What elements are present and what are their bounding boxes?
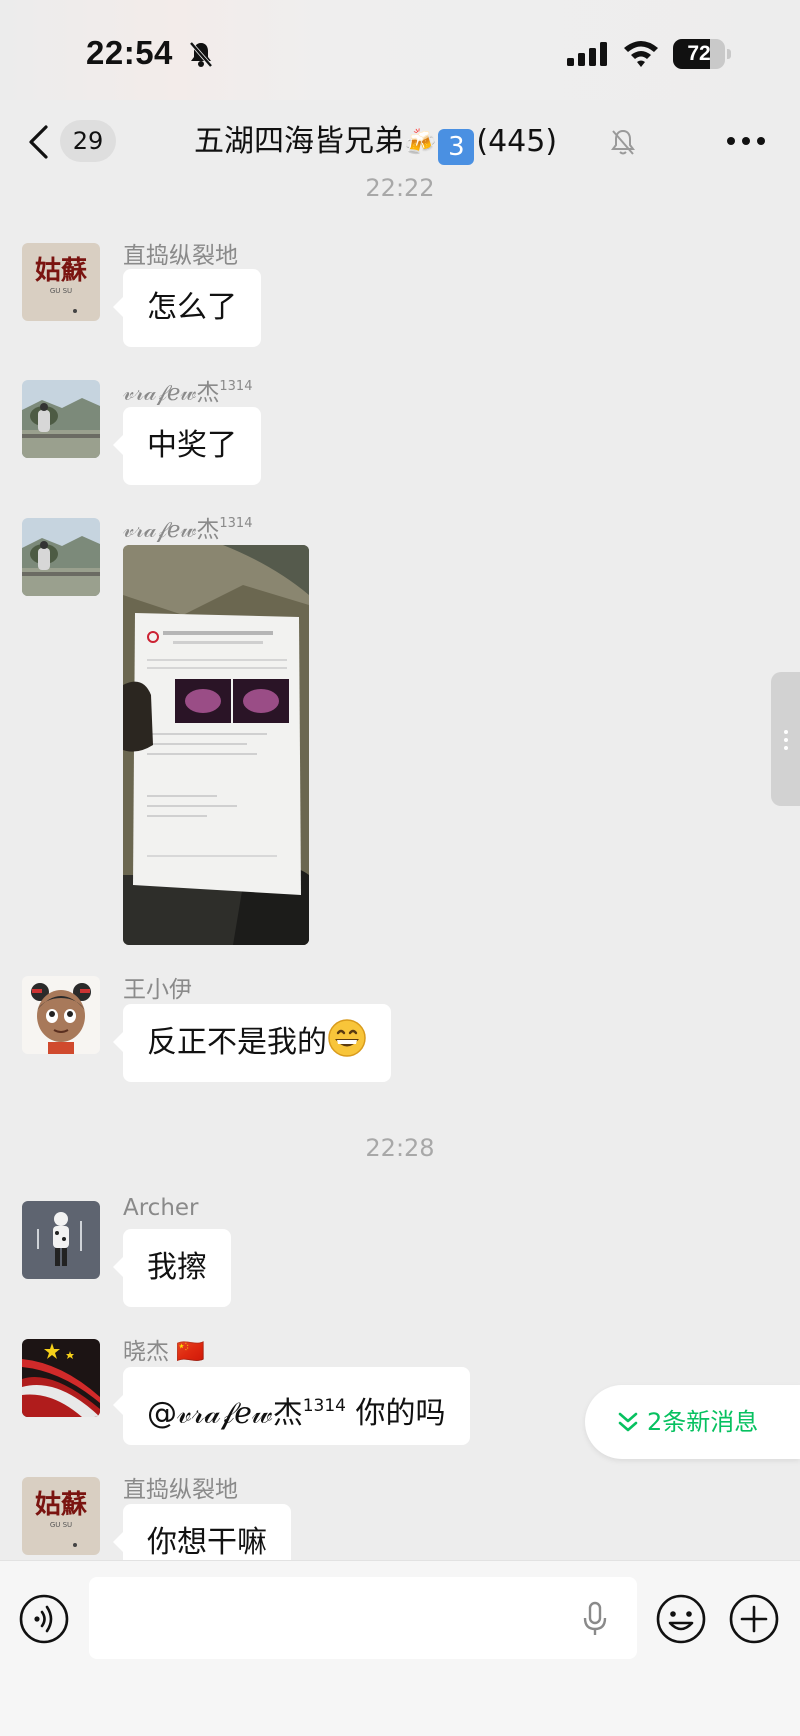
status-bar: 22:54 72 — [0, 0, 800, 100]
emoji-icon[interactable] — [655, 1593, 707, 1645]
message-bubble[interactable]: 反正不是我的 — [113, 1004, 391, 1082]
avatar-flag[interactable] — [22, 1339, 100, 1417]
sender-name: Archer — [123, 1195, 199, 1221]
chat-title-text: 五湖四海皆兄弟 — [194, 124, 404, 159]
sender-name: 𝓋𝓇𝒶𝒻ℯ𝓌杰1314 — [123, 379, 253, 406]
avatar-gusu[interactable]: 姑蘇 GU SU — [22, 1477, 100, 1555]
double-chevron-down-icon — [618, 1412, 638, 1432]
message-bubble[interactable]: @𝓋𝓇𝒶𝒻ℯ𝓌杰1314 你的吗 — [113, 1367, 470, 1445]
beer-emoji: 🍻 — [404, 128, 437, 158]
bell-off-icon — [189, 41, 213, 68]
sender-name: 晓杰 🇨🇳 — [123, 1339, 205, 1365]
keycap-emoji: 3 — [438, 129, 475, 165]
battery-level: 72 — [687, 42, 711, 65]
avatar-landscape[interactable] — [22, 380, 100, 458]
wifi-icon — [624, 41, 658, 67]
gusu-avatar-subtext: GU SU — [50, 1521, 72, 1529]
sender-name: 王小伊 — [123, 977, 192, 1003]
sender-name: 𝓋𝓇𝒶𝒻ℯ𝓌杰1314 — [123, 516, 253, 543]
new-messages-button[interactable]: 2条新消息 — [585, 1385, 800, 1459]
gusu-avatar-subtext: GU SU — [50, 287, 72, 295]
mute-icon — [611, 129, 635, 155]
grinning-face-emoji — [328, 1019, 366, 1057]
plus-icon[interactable] — [728, 1593, 780, 1645]
chat-header: 29 五湖四海皆兄弟🍻 3 (445) — [0, 100, 800, 182]
voice-icon[interactable] — [18, 1593, 70, 1645]
gusu-avatar-text: 姑蘇 — [35, 1490, 87, 1520]
member-count: (445) — [476, 124, 558, 159]
avatar-gusu[interactable]: 姑蘇 GU SU — [22, 243, 100, 321]
avatar-archer[interactable] — [22, 1201, 100, 1279]
signal-icon — [567, 42, 607, 66]
message-timestamp: 22:28 — [365, 1134, 435, 1162]
avatar-cartoon-girl[interactable] — [22, 976, 100, 1054]
side-drag-handle[interactable] — [771, 672, 800, 806]
more-icon[interactable] — [726, 136, 766, 146]
back-icon[interactable] — [26, 124, 52, 160]
message-bubble[interactable]: 中奖了 — [113, 407, 261, 485]
ultrasound-report-photo[interactable] — [123, 545, 309, 945]
avatar-landscape[interactable] — [22, 518, 100, 596]
status-time: 22:54 — [86, 34, 173, 71]
message-input[interactable] — [89, 1577, 637, 1659]
sender-name: 直捣纵裂地 — [123, 243, 238, 269]
chat-title: 五湖四海皆兄弟🍻 3 (445) — [194, 122, 557, 165]
input-bar — [0, 1560, 800, 1736]
gusu-avatar-text: 姑蘇 — [35, 256, 87, 286]
new-messages-label: 2条新消息 — [647, 1408, 759, 1436]
china-flag-emoji: 🇨🇳 — [176, 1339, 205, 1365]
mention: @𝓋𝓇𝒶𝒻ℯ𝓌杰 — [147, 1396, 303, 1431]
mic-icon[interactable] — [582, 1601, 608, 1637]
battery-icon: 72 — [673, 39, 731, 69]
sender-name: 直捣纵裂地 — [123, 1477, 238, 1503]
message-bubble[interactable]: 我擦 — [113, 1229, 231, 1307]
message-bubble[interactable]: 怎么了 — [113, 269, 261, 347]
message-timestamp: 22:22 — [365, 174, 435, 202]
unread-count-badge[interactable]: 29 — [60, 120, 116, 162]
